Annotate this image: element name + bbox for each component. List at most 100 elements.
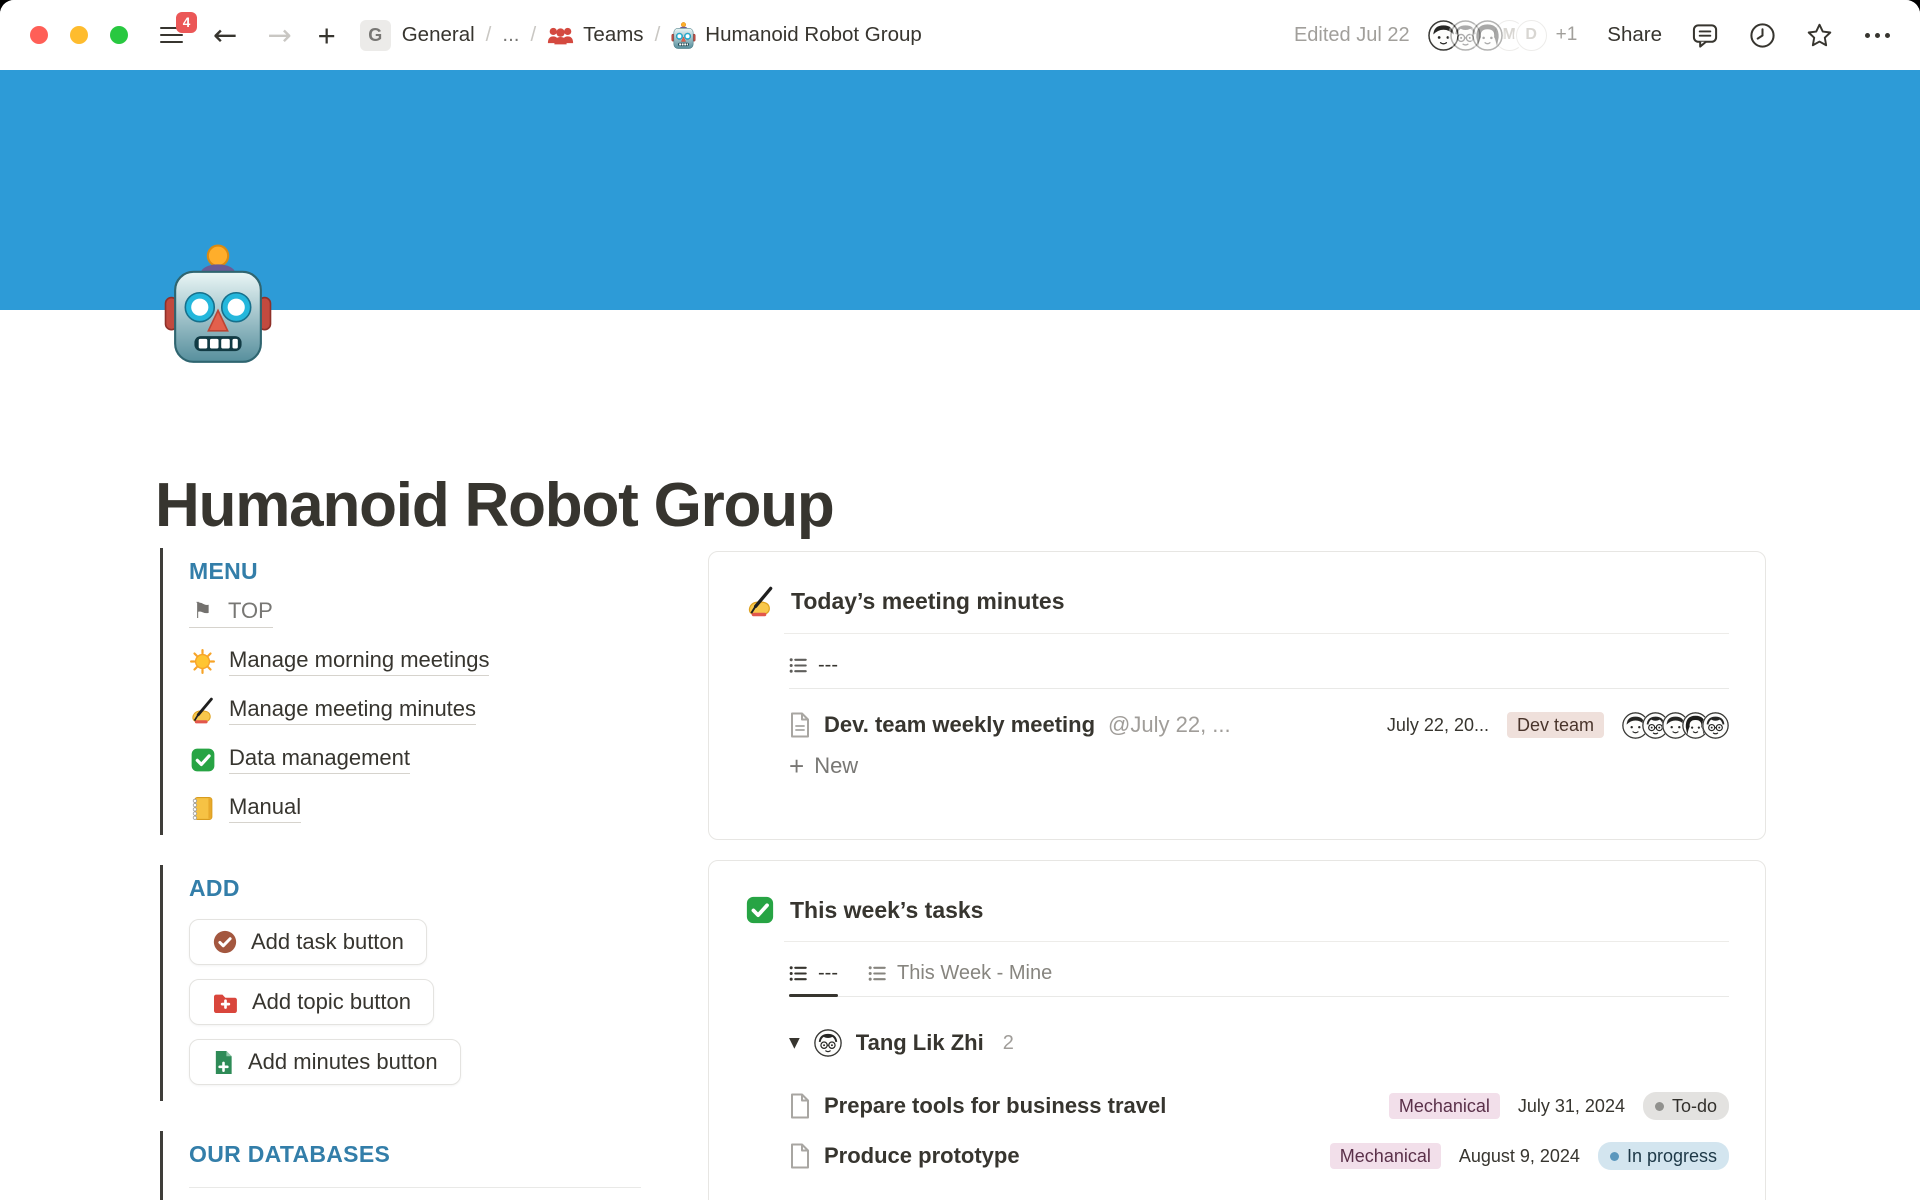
add-topic-button[interactable]: Add topic button	[189, 979, 434, 1025]
breadcrumb-current-page[interactable]: Humanoid Robot Group	[671, 22, 922, 49]
status-badge: In progress	[1598, 1142, 1729, 1170]
tab-label: This Week - Mine	[897, 962, 1052, 985]
menu-link-label: Manage morning meetings	[229, 647, 489, 676]
meeting-minutes-card: Today’s meeting minutes --- Dev. team we…	[708, 551, 1766, 840]
breadcrumb-separator: /	[486, 23, 492, 47]
divider	[189, 1187, 641, 1188]
meeting-row[interactable]: Dev. team weekly meeting @July 22, ... J…	[789, 703, 1729, 747]
comments-icon[interactable]	[1692, 22, 1719, 49]
avatar	[1702, 712, 1729, 739]
group-name: Tang Lik Zhi	[856, 1030, 984, 1056]
robot-icon	[671, 22, 696, 49]
databases-heading: OUR DATABASES	[189, 1137, 638, 1171]
breadcrumb: G General / ... / Teams / Humanoid Robot…	[360, 20, 922, 51]
menu-link-meeting-minutes[interactable]: Manage meeting minutes	[189, 686, 638, 735]
menu-link-label: Data management	[229, 745, 410, 774]
updates-clock-icon[interactable]	[1749, 22, 1776, 49]
meeting-date-mention: @July 22, ...	[1108, 712, 1231, 738]
check-mark-icon	[745, 895, 775, 925]
workspace-badge[interactable]: G	[360, 20, 391, 51]
forward-icon[interactable]: →	[267, 21, 291, 50]
ledger-icon	[189, 795, 216, 822]
task-row[interactable]: Produce prototype Mechanical August 9, 2…	[789, 1131, 1729, 1181]
page-robot-icon[interactable]	[164, 244, 272, 364]
page-plus-icon	[212, 1049, 235, 1076]
tab-tasks-default-view[interactable]: ---	[789, 962, 838, 996]
task-date: July 31, 2024	[1518, 1096, 1625, 1117]
menu-link-label: Manual	[229, 794, 301, 823]
minimize-window-button[interactable]	[70, 26, 88, 44]
add-section: ADD Add task button Add topic button Add…	[160, 865, 638, 1101]
menu-link-data-management[interactable]: Data management	[189, 735, 638, 784]
notion-window: 4 ← → + G General / ... / Teams / Humano…	[0, 0, 1920, 1200]
tasks-view-tabs: --- This Week - Mine	[789, 942, 1729, 997]
avatar[interactable]	[1472, 20, 1503, 51]
minutes-view-tabs: ---	[789, 634, 1729, 689]
avatar[interactable]: D	[1516, 20, 1547, 51]
add-heading: ADD	[189, 871, 638, 905]
minutes-rows: Dev. team weekly meeting @July 22, ... J…	[709, 689, 1765, 747]
task-row[interactable]: Prepare tools for business travel Mechan…	[789, 1081, 1729, 1131]
traffic-lights	[30, 26, 128, 44]
tab-this-week-mine[interactable]: This Week - Mine	[868, 962, 1052, 996]
task-title: Prepare tools for business travel	[824, 1093, 1166, 1119]
page-title[interactable]: Humanoid Robot Group	[155, 472, 834, 540]
menu-link-manual[interactable]: Manual	[189, 784, 638, 833]
new-meeting-button[interactable]: + New	[709, 747, 1765, 779]
back-icon[interactable]: ←	[213, 21, 237, 50]
task-date: August 9, 2024	[1459, 1146, 1580, 1167]
breadcrumb-general[interactable]: General	[402, 23, 475, 47]
weekly-tasks-card-header: This week’s tasks	[709, 861, 1765, 941]
more-menu-icon[interactable]	[1865, 33, 1890, 38]
add-task-button[interactable]: Add task button	[189, 919, 427, 965]
document-icon	[789, 712, 811, 738]
writing-hand-icon	[189, 697, 216, 724]
edited-timestamp: Edited Jul 22	[1294, 24, 1410, 47]
add-task-label: Add task button	[251, 929, 404, 955]
sidebar-toggle-icon[interactable]: 4	[160, 23, 183, 48]
task-check-icon	[212, 929, 238, 955]
page-cover	[0, 70, 1920, 310]
presence-overflow-count[interactable]: +1	[1556, 24, 1578, 46]
teams-people-icon	[547, 25, 574, 46]
menu-link-morning-meetings[interactable]: Manage morning meetings	[189, 637, 638, 686]
breadcrumb-teams-label: Teams	[583, 23, 643, 47]
writing-hand-icon	[745, 586, 776, 617]
collapse-triangle-icon: ▼	[789, 1035, 800, 1051]
tab-minutes-view[interactable]: ---	[789, 654, 838, 688]
status-dot	[1610, 1152, 1619, 1161]
task-rows: Prepare tools for business travel Mechan…	[709, 1065, 1765, 1181]
status-dot	[1655, 1102, 1664, 1111]
favorite-star-icon[interactable]	[1806, 22, 1833, 49]
breadcrumb-ellipsis[interactable]: ...	[502, 23, 519, 47]
folder-plus-icon	[212, 991, 239, 1014]
share-button[interactable]: Share	[1607, 23, 1662, 47]
new-label: New	[814, 753, 858, 779]
group-header-row[interactable]: ▼ Tang Lik Zhi 2	[789, 1021, 1729, 1065]
close-window-button[interactable]	[30, 26, 48, 44]
breadcrumb-teams[interactable]: Teams	[547, 23, 643, 47]
top-bar: 4 ← → + G General / ... / Teams / Humano…	[0, 0, 1920, 70]
category-tag: Mechanical	[1330, 1143, 1441, 1169]
add-minutes-button[interactable]: Add minutes button	[189, 1039, 461, 1085]
list-view-icon	[868, 964, 887, 983]
plus-icon: +	[789, 753, 804, 779]
menu-link-label: TOP	[228, 598, 273, 624]
status-label: In progress	[1627, 1147, 1717, 1165]
new-page-icon[interactable]: +	[318, 20, 336, 51]
team-tag: Dev team	[1507, 712, 1604, 738]
tab-label: ---	[818, 962, 838, 985]
status-badge: To-do	[1643, 1092, 1729, 1120]
zoom-window-button[interactable]	[110, 26, 128, 44]
group-count: 2	[1003, 1032, 1014, 1055]
attendee-avatars	[1622, 712, 1729, 739]
breadcrumb-page-label: Humanoid Robot Group	[705, 23, 922, 47]
add-minutes-label: Add minutes button	[248, 1049, 438, 1075]
breadcrumb-separator: /	[655, 23, 661, 47]
topbar-right: Edited Jul 22 M D +1 Share	[1294, 20, 1890, 51]
tab-label: ---	[818, 654, 838, 677]
databases-section: OUR DATABASES Minutes DB	[160, 1131, 638, 1200]
category-tag: Mechanical	[1389, 1093, 1500, 1119]
menu-link-top[interactable]: ⚑ TOP	[189, 588, 638, 637]
document-icon	[789, 1143, 811, 1169]
